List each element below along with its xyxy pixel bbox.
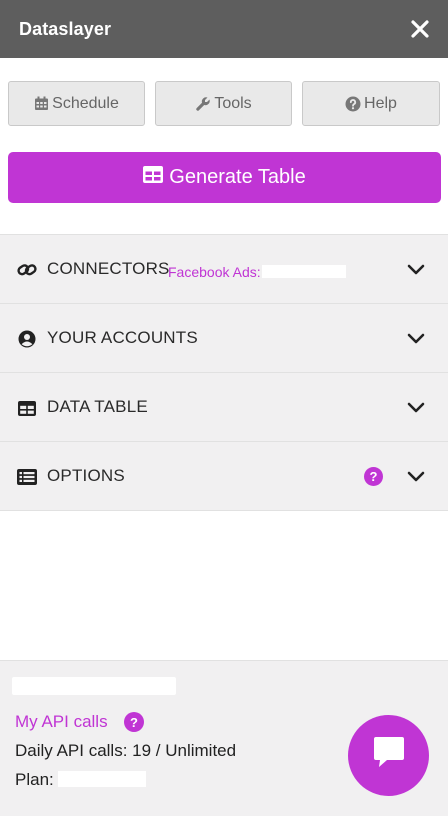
schedule-label: Schedule: [52, 94, 119, 112]
redacted-plan: [57, 771, 146, 787]
link-icon: [17, 260, 37, 280]
section-connectors[interactable]: CONNECTORS Facebook Ads:: [0, 235, 448, 304]
daily-api-calls: Daily API calls: 19 / Unlimited: [15, 741, 237, 760]
list-icon: [17, 467, 37, 487]
section-label: DATA TABLE: [47, 397, 148, 416]
app-title: Dataslayer: [19, 18, 112, 39]
generate-table-label: Generate Table: [169, 166, 306, 188]
tools-label: Tools: [214, 94, 252, 112]
chevron-down-icon[interactable]: [406, 398, 426, 418]
options-help-icon[interactable]: ?: [364, 467, 383, 486]
section-options[interactable]: OPTIONS ?: [0, 442, 448, 511]
help-button[interactable]: Help: [302, 81, 440, 126]
user-circle-icon: [17, 329, 37, 349]
connector-subtitle: Facebook Ads:: [168, 264, 346, 280]
plan-info: Plan:: [15, 770, 146, 790]
section-label: YOUR ACCOUNTS: [47, 328, 198, 347]
section-label: OPTIONS: [47, 466, 125, 485]
chevron-down-icon[interactable]: [406, 260, 426, 280]
question-circle-icon: [345, 96, 361, 112]
section-your-accounts[interactable]: YOUR ACCOUNTS: [0, 304, 448, 373]
section-data-table[interactable]: DATA TABLE: [0, 373, 448, 442]
tools-button[interactable]: Tools: [155, 81, 292, 126]
my-api-calls-link[interactable]: My API calls: [15, 712, 108, 732]
wrench-icon: [195, 96, 211, 112]
redacted-mask: [261, 265, 346, 278]
chevron-down-icon[interactable]: [406, 329, 426, 349]
chevron-down-icon[interactable]: [406, 467, 426, 487]
chat-icon: [371, 736, 407, 775]
chat-button[interactable]: [348, 715, 429, 796]
section-label: CONNECTORS: [47, 259, 170, 278]
redacted-email: [12, 677, 176, 695]
schedule-button[interactable]: Schedule: [8, 81, 145, 126]
help-label: Help: [364, 94, 397, 112]
generate-table-button[interactable]: Generate Table: [8, 152, 441, 203]
toolbar: Schedule Tools Help: [8, 81, 440, 126]
app-header: Dataslayer: [0, 0, 448, 58]
close-icon[interactable]: [408, 17, 432, 41]
api-help-icon[interactable]: ?: [124, 712, 144, 732]
table-icon: [143, 166, 164, 189]
accordion: CONNECTORS Facebook Ads: YOUR ACCOUNTS D…: [0, 234, 448, 511]
calendar-icon: [34, 96, 49, 111]
table-icon: [17, 398, 37, 418]
